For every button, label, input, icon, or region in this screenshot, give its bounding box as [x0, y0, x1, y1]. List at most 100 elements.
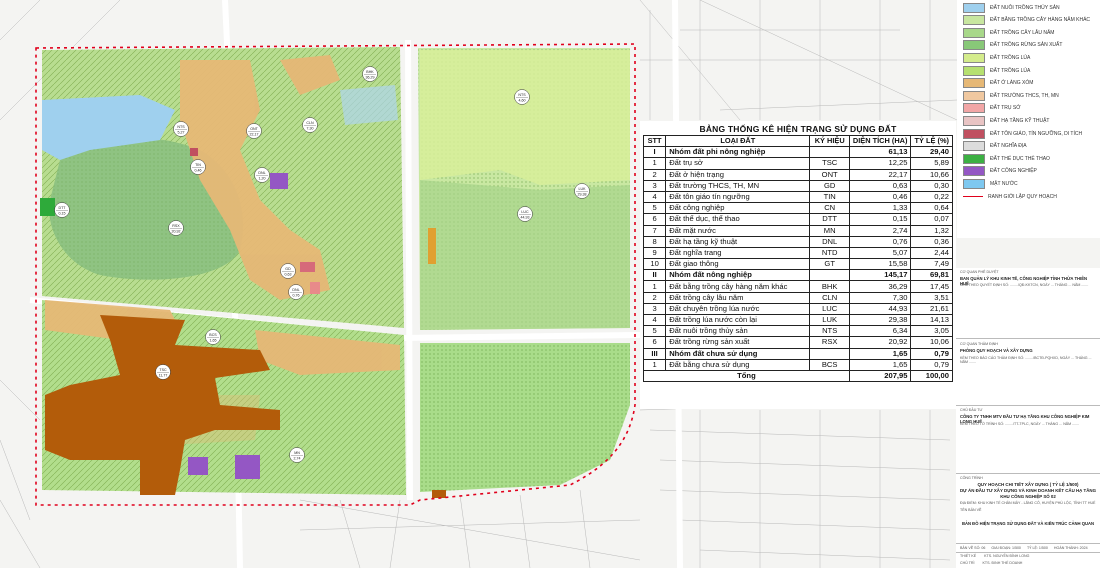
statistics-row: 4 Đất tôn giáo tín ngưỡng TIN 0,46 0,22 [642, 190, 953, 204]
row-number: 3 [642, 179, 667, 192]
parcel-area: 0,63 [285, 272, 292, 276]
legend-label: ĐẤT TRƯỜNG THCS, TH, MN [990, 92, 1059, 99]
row-area: 207,95 [848, 369, 912, 383]
row-area: 0,63 [848, 179, 912, 192]
row-ratio: 0,64 [910, 202, 953, 215]
row-number: 4 [642, 190, 667, 204]
parcel-area: 20,92 [172, 229, 181, 233]
parcel-area: 5,27 [178, 130, 185, 134]
religion-parcel [190, 148, 198, 156]
row-ratio: 3,51 [910, 291, 953, 304]
appraise-decision: KÈM THEO BÁO CÁO THẨM ĐỊNH SỐ: ......../… [960, 356, 1092, 364]
statistics-row: 9 Đất nghĩa trang NTD 5,07 2,44 [642, 246, 953, 260]
legend-swatch [963, 15, 985, 26]
legend-label: ĐẤT HẠ TẦNG KỸ THUẬT [990, 117, 1050, 124]
parcel-label: MN2,74 [289, 447, 305, 463]
row-code: LUK [809, 313, 850, 327]
statistics-row: 1 Đất trụ sở TSC 12,25 5,89 [642, 157, 953, 170]
row-land-type: Nhóm đất phi nông nghiệp [665, 146, 811, 159]
parcel-code: TIN [195, 163, 201, 167]
row-ratio: 100,00 [910, 369, 953, 383]
legend-item: ĐẤT TRỒNG LÚA [963, 52, 1030, 63]
project-line-2: DỰ ÁN ĐẦU TƯ XÂY DỰNG VÀ KINH DOANH KẾT … [960, 488, 1096, 493]
statistics-row: 3 Đất chuyên trồng lúa nước LUC 44,93 21,61 [642, 302, 953, 316]
legend-item: ĐẤT Ở LÀNG XÓM [963, 78, 1033, 89]
legend-swatch [963, 90, 985, 101]
sheet-number: BẢN VẼ SỐ: 06 [960, 546, 986, 550]
row-number: 5 [642, 325, 667, 338]
parcel-code: DNL [292, 288, 299, 292]
appraise-agency-label: CƠ QUAN THẨM ĐỊNH [960, 342, 998, 346]
row-area: 7,30 [848, 291, 912, 304]
parcel-area: 0,76 [293, 293, 300, 297]
row-code: NTS [809, 325, 850, 338]
parcel-label: NTS4,60 [514, 89, 530, 105]
row-area: 22,17 [848, 168, 912, 181]
phase: GIAI ĐOẠN: 1/500 [991, 546, 1021, 550]
legend-label: ĐẤT THỂ DỤC THỂ THAO [990, 155, 1050, 162]
row-area: 1,65 [848, 358, 912, 371]
legend-swatch [963, 178, 985, 189]
project-line-1: QUY HOẠCH CHI TIẾT XÂY DỰNG ( TỶ LỆ 1/50… [977, 482, 1079, 487]
row-code: GT [809, 258, 850, 271]
statistics-group-row: III Nhóm đất chưa sử dụng 1,65 0,79 [642, 347, 953, 360]
parcel-code: BHK [366, 70, 374, 74]
drafter-label: CHỦ TRÌ [960, 561, 975, 565]
row-land-type: Đất bằng trồng cây hàng năm khác [665, 280, 811, 293]
statistics-total-row: Tổng 207,95 100,00 [643, 369, 953, 383]
project-location: ĐỊA ĐIỂM: KHU KINH TẾ CHÂN MÂY - LĂNG CÔ… [960, 501, 1096, 505]
legend-item: RANH GIỚI LẬP QUY HOẠCH [963, 191, 1057, 202]
sports-parcel [40, 198, 55, 216]
row-area: 2,74 [848, 224, 912, 237]
parcel-label: DNL0,76 [288, 284, 304, 300]
row-land-type: Đất trồng lúa nước còn lại [665, 313, 811, 327]
legend-label: ĐẤT TÔN GIÁO, TÍN NGƯỠNG, DI TÍCH [990, 130, 1083, 137]
row-area: 36,29 [848, 280, 912, 293]
parcel-label: BCS1,65 [205, 329, 221, 345]
legend-label: ĐẤT TRỒNG CÂY LÂU NĂM [990, 29, 1055, 36]
parcel-code: LUK [579, 187, 587, 191]
parcel-area: 1,20 [259, 176, 266, 180]
row-area: 29,38 [848, 313, 912, 327]
row-land-type: Đất tôn giáo tín ngưỡng [665, 190, 811, 204]
legend-swatch [963, 103, 985, 114]
parcel-area: 7,30 [307, 126, 314, 130]
legend-item: ĐẤT TRỤ SỞ [963, 103, 1021, 114]
row-area: 145,17 [848, 269, 912, 282]
row-land-type: Đất trồng rừng sản xuất [665, 336, 811, 349]
legend-swatch [963, 40, 985, 51]
row-number: 9 [642, 246, 667, 260]
legend-item: ĐẤT TRỒNG RỪNG SẢN XUẤT [963, 40, 1062, 51]
legend-label: ĐẤT TRỒNG RỪNG SẢN XUẤT [990, 42, 1063, 49]
row-code: TSC [809, 157, 850, 170]
statistics-row: 4 Đất trồng lúa nước còn lại LUK 29,38 14,13 [642, 313, 953, 327]
row-ratio: 17,45 [910, 280, 953, 293]
parcel-code: ONT [250, 127, 258, 131]
row-code [809, 347, 850, 360]
investor-note: KÈM THEO TỜ TRÌNH SỐ: ......../TT-TPLC, … [960, 422, 1080, 426]
drafter-name: KTS. ĐINH THẾ DOANH [982, 561, 1023, 565]
row-area: 0,15 [848, 213, 912, 226]
row-number: I [642, 146, 667, 159]
header-land-type: LOẠI ĐẤT [665, 134, 811, 148]
row-code: CN [809, 202, 850, 215]
parcel-code: BCS [209, 333, 217, 337]
row-area: 44,93 [848, 302, 912, 316]
legend-label: ĐẤT BẰNG TRỒNG CÂY HÀNG NĂM KHÁC [990, 17, 1091, 24]
row-ratio: 7,49 [910, 258, 953, 271]
parcel-area: 2,74 [294, 456, 301, 460]
statistics-row: 1 Đất bằng chưa sử dụng BCS 1,65 0,79 [642, 358, 953, 371]
legend-label: ĐẤT TRỒNG LÚA [990, 67, 1031, 74]
row-land-type: Đất giao thông [665, 258, 811, 271]
industrial-parcel-3 [235, 455, 260, 479]
project-label: CÔNG TRÌNH [960, 476, 983, 480]
parcel-area: 1,65 [210, 338, 217, 342]
perennial-crop-area [420, 180, 630, 330]
row-ratio: 5,89 [910, 157, 953, 170]
appraise-agency: PHÒNG QUY HOẠCH VÀ XÂY DỰNG [960, 348, 1033, 353]
parcel-label: BHK36,29 [362, 66, 378, 82]
row-number: 1 [642, 280, 667, 293]
statistics-row: 8 Đất hạ tầng kỹ thuật DNL 0,76 0,36 [642, 235, 953, 248]
parcel-label: CLN7,30 [302, 117, 318, 133]
row-land-type: Đất trụ sở [665, 157, 811, 170]
